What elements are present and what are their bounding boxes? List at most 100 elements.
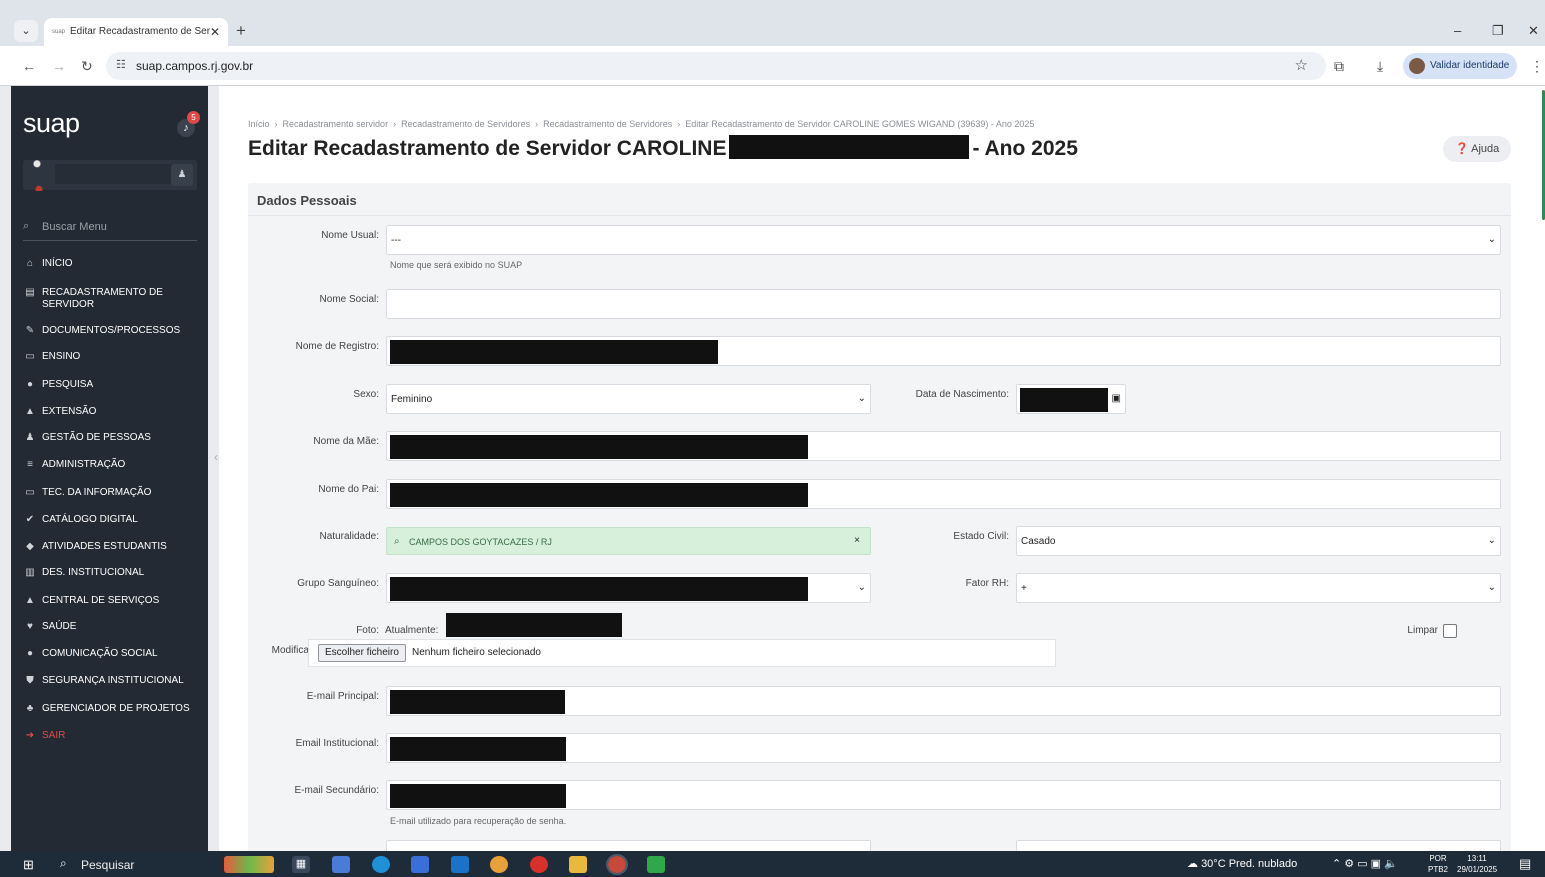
mail-icon[interactable] (451, 856, 469, 873)
minimize-icon[interactable]: – (1454, 20, 1461, 42)
system-tray-icons[interactable]: ⌃ ⚙ ▭ ▣ 🔈 (1332, 857, 1398, 870)
sidebar-item-label: Gestão de Pessoas (42, 432, 151, 443)
foto-file-input[interactable]: Escolher ficheiro Nenhum ficheiro seleci… (308, 639, 1056, 667)
extensions-icon[interactable]: ⧉ (1334, 56, 1344, 76)
personal-data-form: Dados Pessoais Nome Usual: --- ⌄ Nome qu… (248, 183, 1511, 851)
clock-time: 13:11 (1467, 854, 1487, 863)
taskbar-search-label: Pesquisar (81, 858, 135, 872)
search-icon: ⌕ (23, 220, 30, 232)
nome-social-label: Nome Social: (319, 294, 379, 305)
back-icon[interactable]: ← (22, 56, 36, 76)
sidebar: suap ♪ 5 ♟ ⌕ Buscar Menu ⌂ Início ▤ Recadas… (11, 86, 208, 851)
foto-clear-checkbox[interactable] (1443, 624, 1457, 638)
windows-start-icon[interactable]: ⊞ (23, 857, 34, 873)
nome-registro-label: Nome de Registro: (295, 341, 379, 352)
redacted-nome-mae (390, 435, 808, 459)
forward-icon[interactable]: → (52, 56, 66, 76)
window-close-icon[interactable]: ✕ (1528, 20, 1539, 42)
redacted-foto-current (446, 613, 622, 637)
page-title-suffix: - Ano 2025 (972, 137, 1078, 160)
nome-pai-input[interactable] (386, 479, 1501, 509)
email-institucional-input[interactable] (386, 733, 1501, 763)
sexo-select[interactable]: Feminino ⌄ (386, 384, 871, 414)
redacted-name (729, 135, 970, 160)
user-icon[interactable]: ♟ (171, 164, 193, 186)
breadcrumb-item-servidores-2[interactable]: Recadastramento de Servidores (543, 119, 672, 129)
nome-usual-help: Nome que será exibido no SUAP (390, 260, 523, 270)
browser-menu-icon[interactable]: ⋮ (1530, 56, 1544, 76)
clear-icon[interactable]: × (854, 535, 860, 546)
data-nascimento-input[interactable]: ▣ (1016, 384, 1126, 414)
restore-icon[interactable]: ❐ (1492, 20, 1504, 42)
breadcrumb-item-recadastramento[interactable]: Recadastramento servidor (283, 119, 389, 129)
nome-registro-input[interactable] (386, 336, 1501, 366)
task-view-icon[interactable]: ▦ (292, 856, 310, 873)
redacted-email-institucional (390, 737, 566, 761)
chrome-active-icon[interactable] (606, 854, 628, 875)
url-text[interactable]: suap.campos.rj.gov.br (136, 59, 253, 73)
grupo-sanguineo-select[interactable]: ⌄ (386, 573, 871, 603)
profile-avatar (1409, 58, 1425, 74)
validate-identity-label: Validar identidade (1430, 60, 1510, 71)
breadcrumb-item-servidores-1[interactable]: Recadastramento de Servidores (401, 119, 530, 129)
next-field-partial[interactable] (386, 840, 871, 851)
collapse-sidebar-icon[interactable]: ‹ (214, 450, 218, 464)
reload-icon[interactable]: ↻ (81, 56, 93, 76)
site-settings-icon[interactable]: ☷ (116, 58, 126, 71)
widget-decoration-icon[interactable] (224, 856, 274, 873)
notification-badge: 5 (187, 111, 200, 124)
new-tab-icon[interactable]: + (236, 20, 246, 42)
estado-civil-select[interactable]: Casado ⌄ (1016, 526, 1501, 556)
nome-usual-select[interactable]: --- ⌄ (386, 225, 1501, 255)
browser-tab-active[interactable]: suap Editar Recadastramento de Ser ✕ (44, 18, 228, 46)
language-indicator[interactable]: POR PTB2 (1428, 853, 1448, 875)
chevron-down-icon: ⌄ (857, 393, 866, 404)
sidebar-item-label: Atividades Estudantis (42, 541, 167, 552)
copilot-icon[interactable] (332, 856, 350, 873)
next-field-partial-right[interactable] (1016, 840, 1501, 851)
choose-file-button[interactable]: Escolher ficheiro (318, 644, 406, 662)
sidebar-item-label: Extensão (42, 406, 97, 417)
download-icon[interactable]: ⤓ (1377, 56, 1383, 76)
fator-rh-select[interactable]: + ⌄ (1016, 573, 1501, 603)
user-name-redacted (55, 164, 175, 184)
menu-search-input[interactable]: Buscar Menu (42, 221, 107, 233)
breadcrumb-item-home[interactable]: Início (248, 119, 270, 129)
naturalidade-autocomplete[interactable]: ⌕ CAMPOS DOS GOYTACAZES / RJ × (386, 527, 871, 555)
help-button[interactable]: ❓ Ajuda (1443, 136, 1511, 162)
notification-center-icon[interactable]: ▤ (1519, 856, 1531, 872)
opera-icon[interactable] (530, 856, 548, 873)
user-profile[interactable]: ♟ (23, 157, 197, 191)
chat-bubble-icon: ● (26, 648, 34, 659)
edge-icon[interactable] (372, 856, 390, 873)
nome-mae-input[interactable] (386, 431, 1501, 461)
sign-out-icon: ➜ (25, 730, 35, 741)
calendar-icon[interactable]: ▣ (1112, 393, 1121, 404)
validate-identity-button[interactable]: Validar identidade (1403, 53, 1517, 79)
foto-current-label: Atualmente: (385, 625, 439, 636)
browser-toolbar: ← → ↻ ☷ suap.campos.rj.gov.br ☆ ⧉ ⤓ Vali… (0, 46, 1545, 86)
naturalidade-label: Naturalidade: (319, 531, 379, 542)
sidebar-item-label: Documentos/Processos (42, 325, 181, 336)
store-icon[interactable] (411, 856, 429, 873)
address-bar[interactable]: ☷ suap.campos.rj.gov.br ☆ (106, 52, 1326, 80)
whatsapp-icon[interactable] (647, 856, 665, 873)
sidebar-item-label: Gerenciador de Projetos (42, 703, 190, 714)
clock[interactable]: 13:11 29/01/2025 (1457, 853, 1497, 875)
heart-icon: ♥ (27, 621, 33, 632)
email-secundario-input[interactable] (386, 780, 1501, 810)
nome-mae-label: Nome da Mãe: (313, 436, 379, 447)
tab-close-icon[interactable]: ✕ (210, 18, 220, 46)
suap-logo[interactable]: suap (23, 108, 80, 139)
file-icon: ▤ (25, 287, 35, 298)
chrome-icon[interactable] (490, 856, 508, 873)
email-principal-input[interactable] (386, 686, 1501, 716)
taskbar-search[interactable]: ⌕ Pesquisar (54, 853, 216, 875)
menu-search[interactable]: ⌕ Buscar Menu (23, 217, 197, 241)
windows-taskbar: ⊞ ⌕ Pesquisar ▦ ☁ 30°C Pred. nublado ⌃ ⚙… (0, 851, 1545, 877)
file-explorer-icon[interactable] (569, 856, 587, 873)
weather-widget[interactable]: ☁ 30°C Pred. nublado (1187, 857, 1297, 870)
nome-social-input[interactable] (386, 289, 1501, 319)
bookmark-star-icon[interactable]: ☆ (1295, 56, 1308, 74)
tab-search-chevron-icon[interactable]: ⌄ (14, 20, 38, 42)
